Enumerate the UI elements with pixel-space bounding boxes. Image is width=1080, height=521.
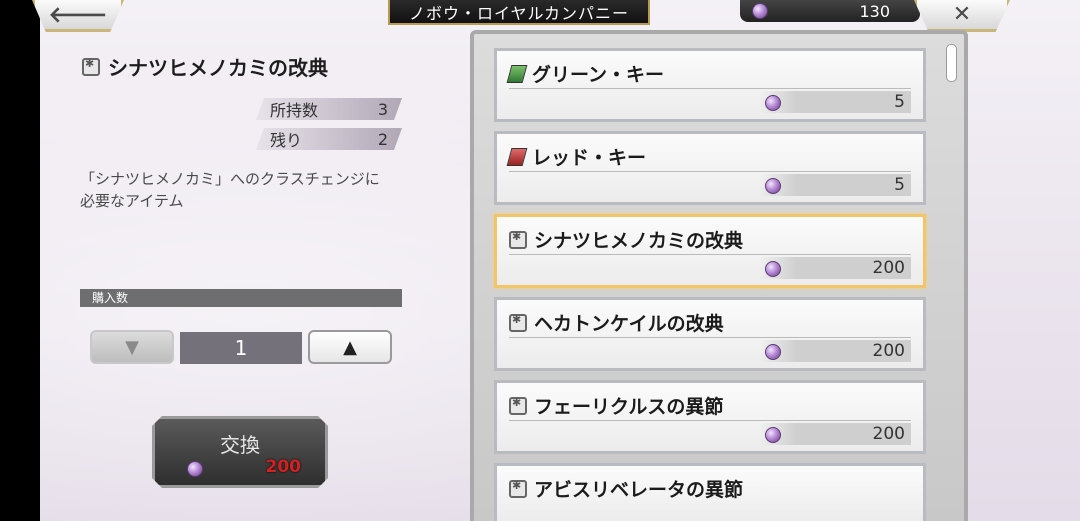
gem-icon bbox=[765, 344, 781, 360]
gem-icon bbox=[765, 261, 781, 277]
up-triangle-icon: ▲ bbox=[343, 336, 357, 358]
gem-icon bbox=[765, 427, 781, 443]
close-button[interactable]: ✕ bbox=[914, 0, 1010, 32]
currency-amount: 130 bbox=[859, 1, 890, 21]
book-icon bbox=[509, 313, 527, 332]
shop-item-shinatsuhime[interactable]: シナツヒメノカミの改典 200 bbox=[494, 214, 926, 288]
green-key-icon bbox=[506, 64, 528, 83]
item-price: 5 bbox=[759, 91, 911, 113]
item-name: シナツヒメノカミの改典 bbox=[534, 230, 744, 252]
shop-item-red-key[interactable]: レッド・キー 5 bbox=[494, 131, 926, 205]
selected-item-name: シナツヒメノカミの改典 bbox=[108, 56, 328, 80]
quantity-label: 購入数 bbox=[80, 289, 402, 307]
increase-quantity-button[interactable]: ▲ bbox=[308, 330, 392, 364]
owned-value: 3 bbox=[377, 99, 388, 119]
exchange-button[interactable]: 交換 200 bbox=[152, 416, 328, 488]
owned-count: 所持数 3 bbox=[256, 98, 402, 120]
book-icon bbox=[509, 396, 527, 415]
book-icon bbox=[82, 57, 100, 76]
shop-item-felicules[interactable]: フェーリクルスの異節 200 bbox=[494, 380, 926, 454]
red-key-icon bbox=[506, 147, 528, 166]
exchange-label: 交換 bbox=[220, 433, 260, 457]
shop-item-abyss-liberator[interactable]: アビスリベレータの異節 bbox=[494, 463, 926, 521]
item-price: 200 bbox=[759, 423, 911, 445]
item-price: 200 bbox=[759, 257, 911, 279]
item-price-value: 200 bbox=[872, 258, 905, 278]
book-icon bbox=[509, 479, 527, 498]
shop-item-green-key[interactable]: グリーン・キー 5 bbox=[494, 48, 926, 122]
decrease-quantity-button[interactable]: ▼ bbox=[90, 330, 174, 364]
item-name: ヘカトンケイルの改典 bbox=[534, 313, 724, 335]
item-price-value: 5 bbox=[894, 92, 905, 112]
item-price-value: 200 bbox=[872, 424, 905, 444]
item-name: フェーリクルスの異節 bbox=[534, 396, 724, 418]
item-name: レッド・キー bbox=[532, 147, 647, 169]
quantity-value: 1 bbox=[180, 332, 302, 364]
currency-display: 130 bbox=[740, 0, 920, 22]
item-name: グリーン・キー bbox=[532, 64, 665, 86]
shop-title: ノボウ・ロイヤルカンパニー bbox=[388, 0, 650, 25]
item-name: アビスリベレータの異節 bbox=[534, 479, 744, 501]
owned-label: 所持数 bbox=[270, 101, 319, 120]
gem-icon bbox=[765, 95, 781, 111]
item-price-value: 200 bbox=[872, 341, 905, 361]
gem-icon bbox=[752, 3, 768, 19]
remaining-value: 2 bbox=[377, 129, 388, 149]
item-price-value: 5 bbox=[894, 175, 905, 195]
back-button[interactable]: 🡐 bbox=[32, 0, 124, 32]
item-description: 「シナツヒメノカミ」へのクラスチェンジに必要なアイテム bbox=[80, 170, 380, 210]
list-scrollbar[interactable] bbox=[946, 44, 957, 82]
book-icon bbox=[509, 230, 527, 249]
left-arrow-icon: 🡐 bbox=[48, 2, 108, 28]
remaining-label: 残り bbox=[270, 131, 303, 150]
gem-icon bbox=[187, 461, 203, 477]
remaining-count: 残り 2 bbox=[256, 128, 402, 150]
close-x-icon: ✕ bbox=[952, 2, 972, 27]
item-price: 5 bbox=[759, 174, 911, 196]
shop-item-hecatoncheir[interactable]: ヘカトンケイルの改典 200 bbox=[494, 297, 926, 371]
gem-icon bbox=[765, 178, 781, 194]
selected-item-title: シナツヒメノカミの改典 bbox=[82, 52, 328, 81]
exchange-cost: 200 bbox=[265, 457, 301, 477]
item-price: 200 bbox=[759, 340, 911, 362]
down-triangle-icon: ▼ bbox=[125, 336, 139, 358]
